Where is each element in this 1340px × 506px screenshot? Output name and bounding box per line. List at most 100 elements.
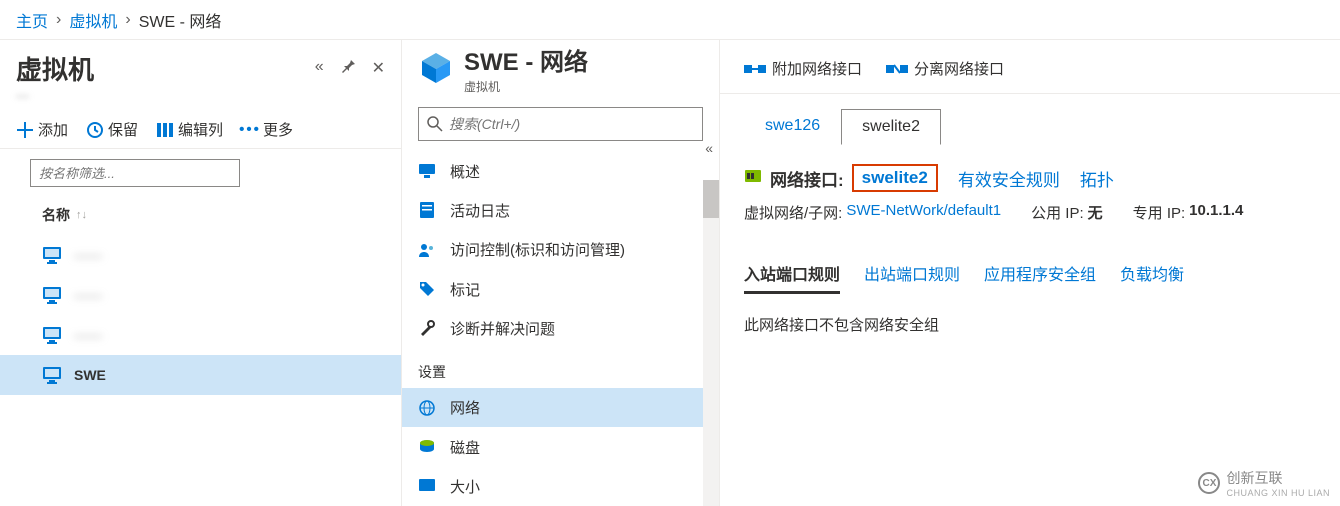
people-icon	[418, 241, 436, 259]
scrollbar-thumb[interactable]	[703, 180, 719, 218]
vm-row[interactable]: ——	[0, 235, 401, 275]
add-label: 添加	[38, 119, 68, 140]
reserve-label: 保留	[108, 119, 138, 140]
pin-icon[interactable]	[340, 58, 356, 79]
detach-nic-button[interactable]: 分离网络接口	[886, 58, 1004, 79]
ellipsis-icon: •••	[241, 121, 259, 139]
vm-icon	[42, 246, 62, 264]
log-icon	[418, 201, 436, 219]
nav-overview[interactable]: 概述	[402, 151, 719, 190]
watermark: CX 创新互联 CHUANG XIN HU LIAN	[1198, 468, 1330, 498]
add-button[interactable]: 添加	[16, 119, 68, 140]
nav-label: 活动日志	[450, 200, 510, 221]
vm-name-blurred: ——	[74, 287, 102, 303]
subtab-asg[interactable]: 应用程序安全组	[984, 261, 1096, 294]
columns-icon	[156, 121, 174, 139]
column-header-label: 名称	[42, 205, 70, 225]
panel-title: 虚拟机	[16, 50, 315, 87]
breadcrumb-vms[interactable]: 虚拟机	[69, 8, 117, 32]
vm-row[interactable]: ——	[0, 315, 401, 355]
vnet-value-link[interactable]: SWE-NetWork/default1	[846, 202, 1001, 223]
watermark-subtext: CHUANG XIN HU LIAN	[1226, 488, 1330, 498]
vm-icon	[42, 286, 62, 304]
subtab-lb[interactable]: 负载均衡	[1120, 261, 1184, 294]
breadcrumb: 主页 › 虚拟机 › SWE - 网络	[0, 0, 1340, 40]
vm-row[interactable]: ——	[0, 275, 401, 315]
nav-disks[interactable]: 磁盘	[402, 427, 719, 466]
network-icon	[418, 399, 436, 417]
nic-label-text: 网络接口:	[770, 166, 844, 191]
attach-icon	[744, 61, 764, 77]
more-button[interactable]: ••• 更多	[241, 119, 293, 140]
vm-name-blurred: ——	[74, 327, 102, 343]
public-ip-value: 无	[1088, 202, 1103, 223]
toolbar: 添加 保留 编辑列 ••• 更多	[0, 111, 401, 149]
clock-icon	[86, 121, 104, 139]
watermark-logo-icon: CX	[1198, 472, 1220, 494]
public-ip: 公用 IP: 无	[1031, 202, 1103, 223]
network-detail-panel: 附加网络接口 分离网络接口 swe126 swelite2 网络接口: swel…	[720, 40, 1340, 506]
tab-swe126[interactable]: swe126	[744, 108, 841, 144]
search-box[interactable]	[418, 107, 703, 141]
reserve-button[interactable]: 保留	[86, 119, 138, 140]
nav-label: 磁盘	[450, 437, 480, 458]
plus-icon	[16, 121, 34, 139]
nav-access-control[interactable]: 访问控制(标识和访问管理)	[402, 230, 719, 269]
nav-list: 概述 活动日志 访问控制(标识和访问管理) 标记 诊断并解决问题 设置 网络	[402, 151, 719, 506]
vm-name-blurred: ——	[74, 247, 102, 263]
detach-icon	[886, 61, 906, 77]
monitor-icon	[418, 162, 436, 180]
empty-nsg-message: 此网络接口不包含网络安全组	[720, 294, 1340, 355]
nav-size[interactable]: 大小	[402, 467, 719, 506]
vm-list: —— —— —— SWE	[0, 235, 401, 395]
resource-nav-panel: SWE - 网络 虚拟机 « 概述 活动日志 访问控制(标识和访问管理)	[402, 40, 720, 506]
collapse-icon[interactable]: «	[705, 140, 713, 156]
edit-columns-label: 编辑列	[178, 119, 223, 140]
nav-label: 标记	[450, 279, 480, 300]
filter-input[interactable]	[30, 159, 240, 187]
nav-label: 概述	[450, 161, 480, 182]
vm-icon	[42, 366, 62, 384]
scrollbar[interactable]	[703, 180, 719, 506]
nav-network[interactable]: 网络	[402, 388, 719, 427]
search-input[interactable]	[449, 116, 694, 132]
public-ip-label: 公用 IP:	[1031, 202, 1084, 223]
nav-label: 网络	[450, 397, 480, 418]
watermark-text: 创新互联	[1226, 470, 1282, 486]
chevron-right-icon: ›	[125, 11, 130, 29]
nic-tabs: swe126 swelite2	[720, 94, 1340, 144]
nic-label: 网络接口: swelite2	[744, 164, 938, 192]
nav-section-settings: 设置	[402, 348, 719, 388]
nic-icon	[744, 167, 762, 190]
breadcrumb-current: SWE - 网络	[139, 8, 222, 32]
size-icon	[418, 477, 436, 495]
panel-subtitle-blurred: —	[0, 88, 401, 111]
effective-security-rules-link[interactable]: 有效安全规则	[958, 166, 1060, 191]
subtab-outbound[interactable]: 出站端口规则	[864, 261, 960, 294]
column-header-name[interactable]: 名称 ↑↓	[0, 191, 401, 235]
nav-diagnose[interactable]: 诊断并解决问题	[402, 309, 719, 348]
vm-icon	[42, 326, 62, 344]
rules-subtabs: 入站端口规则 出站端口规则 应用程序安全组 负载均衡	[720, 243, 1340, 294]
nav-label: 诊断并解决问题	[450, 318, 555, 339]
vm-name: SWE	[74, 367, 106, 383]
close-icon[interactable]: ✕	[372, 58, 385, 79]
vm-row-selected[interactable]: SWE	[0, 355, 401, 395]
attach-nic-button[interactable]: 附加网络接口	[744, 58, 862, 79]
subtab-inbound[interactable]: 入站端口规则	[744, 261, 840, 294]
private-ip-value: 10.1.1.4	[1189, 202, 1243, 223]
nav-tags[interactable]: 标记	[402, 269, 719, 308]
resource-subtitle: 虚拟机	[464, 78, 588, 95]
sort-icon: ↑↓	[76, 209, 87, 221]
edit-columns-button[interactable]: 编辑列	[156, 119, 223, 140]
nav-activity-log[interactable]: 活动日志	[402, 191, 719, 230]
nic-name-link[interactable]: swelite2	[852, 164, 938, 192]
topology-link[interactable]: 拓扑	[1080, 166, 1114, 191]
attach-label: 附加网络接口	[772, 58, 862, 79]
collapse-icon[interactable]: «	[315, 58, 324, 79]
disks-icon	[418, 438, 436, 456]
nav-label: 大小	[450, 476, 480, 497]
chevron-right-icon: ›	[56, 11, 61, 29]
breadcrumb-home[interactable]: 主页	[16, 8, 48, 32]
tab-swelite2[interactable]: swelite2	[841, 109, 941, 145]
